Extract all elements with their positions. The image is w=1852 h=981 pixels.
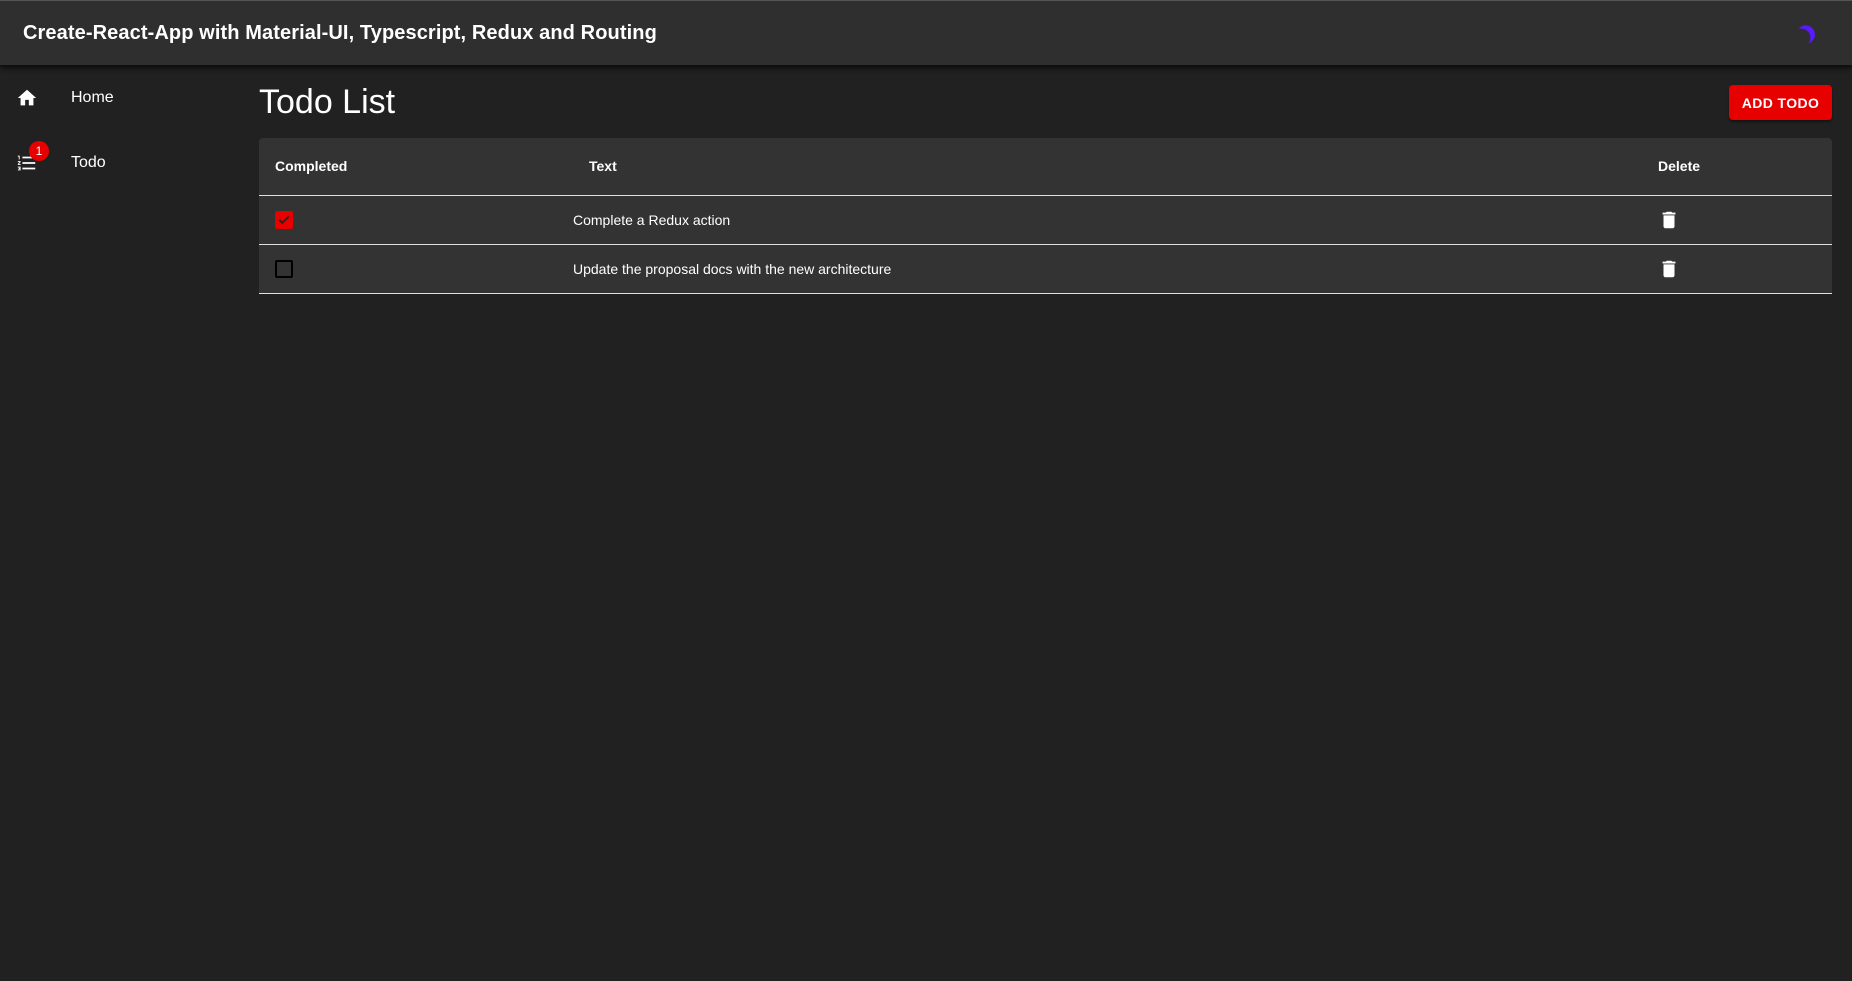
table-row: Update the proposal docs with the new ar…: [259, 244, 1832, 294]
sidebar-item-todo[interactable]: Todo: [0, 130, 240, 195]
todo-text: Complete a Redux action: [573, 195, 1658, 245]
theme-toggle-button[interactable]: [1794, 19, 1822, 47]
todo-text: Update the proposal docs with the new ar…: [573, 244, 1658, 294]
trash-icon[interactable]: [1657, 208, 1681, 232]
page-title: Todo List: [259, 83, 396, 121]
checkmark-icon: [278, 215, 290, 224]
table-header-row: Completed Text Delete: [259, 138, 1832, 196]
header-completed: Completed: [259, 138, 573, 196]
table-row: Complete a Redux action: [259, 195, 1832, 245]
sidebar: Home Todo 1: [0, 65, 240, 981]
header-delete: Delete: [1658, 138, 1832, 196]
sidebar-item-home[interactable]: Home: [0, 65, 240, 130]
sidebar-item-label: Todo: [71, 153, 106, 171]
app-bar: Create-React-App with Material-UI, Types…: [0, 0, 1852, 65]
sidebar-item-label: Home: [71, 88, 114, 106]
todo-table: Completed Text Delete Complete a Redux a…: [259, 138, 1832, 294]
app-title: Create-React-App with Material-UI, Types…: [23, 21, 657, 44]
trash-icon[interactable]: [1657, 257, 1681, 281]
home-icon: [15, 86, 39, 110]
add-todo-button[interactable]: ADD TODO: [1729, 85, 1832, 120]
notification-badge: 1: [29, 141, 49, 161]
completed-checkbox[interactable]: [275, 210, 293, 229]
header-text: Text: [573, 138, 1658, 196]
completed-checkbox[interactable]: [275, 259, 293, 278]
moon-icon: [1798, 25, 1815, 44]
